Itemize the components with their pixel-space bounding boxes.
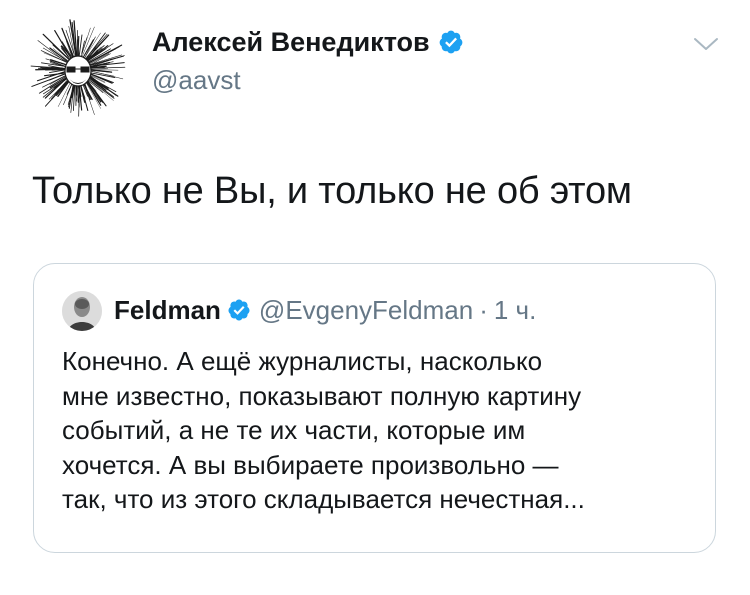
quoted-text-line: мне известно, показывают полную картину	[62, 380, 582, 411]
tweet-card: Алексей Венедиктов @aavst Только не Вы, …	[0, 0, 750, 595]
author-handle[interactable]: @aavst	[152, 64, 241, 96]
quoted-author-handle: @EvgenyFeldman	[258, 295, 474, 325]
quoted-text-line: так, что из этого складывается нечестная…	[62, 484, 585, 514]
avatar-sketch	[30, 19, 126, 117]
quoted-author-name: Feldman	[114, 295, 221, 325]
quoted-text-line: хочется. А вы выбираете произвольно —	[62, 449, 559, 480]
quoted-text: Конечно. А ещё журналисты, насколько мне…	[62, 344, 702, 517]
chevron-down-icon[interactable]	[692, 36, 720, 54]
quoted-header: Feldman @EvgenyFeldman · 1 ч.	[114, 293, 536, 327]
author-name[interactable]: Алексей Венедиктов	[152, 26, 430, 58]
separator-dot: ·	[479, 295, 488, 325]
quoted-timestamp: 1 ч.	[493, 295, 537, 325]
verified-badge-icon	[228, 299, 250, 321]
verified-badge-icon	[439, 30, 463, 54]
person-avatar-icon	[62, 291, 102, 331]
quoted-tweet[interactable]: Feldman @EvgenyFeldman · 1 ч. Конечно. А…	[33, 263, 716, 553]
quoted-text-line: Конечно. А ещё журналисты, насколько	[62, 346, 543, 376]
author-avatar[interactable]	[26, 17, 130, 121]
tweet-text: Только не Вы, и только не об этом	[32, 170, 632, 212]
quoted-text-line: событий, а не те их части, которые им	[62, 415, 526, 445]
quoted-author-avatar	[62, 291, 102, 331]
author-name-row[interactable]: Алексей Венедиктов	[152, 26, 464, 58]
